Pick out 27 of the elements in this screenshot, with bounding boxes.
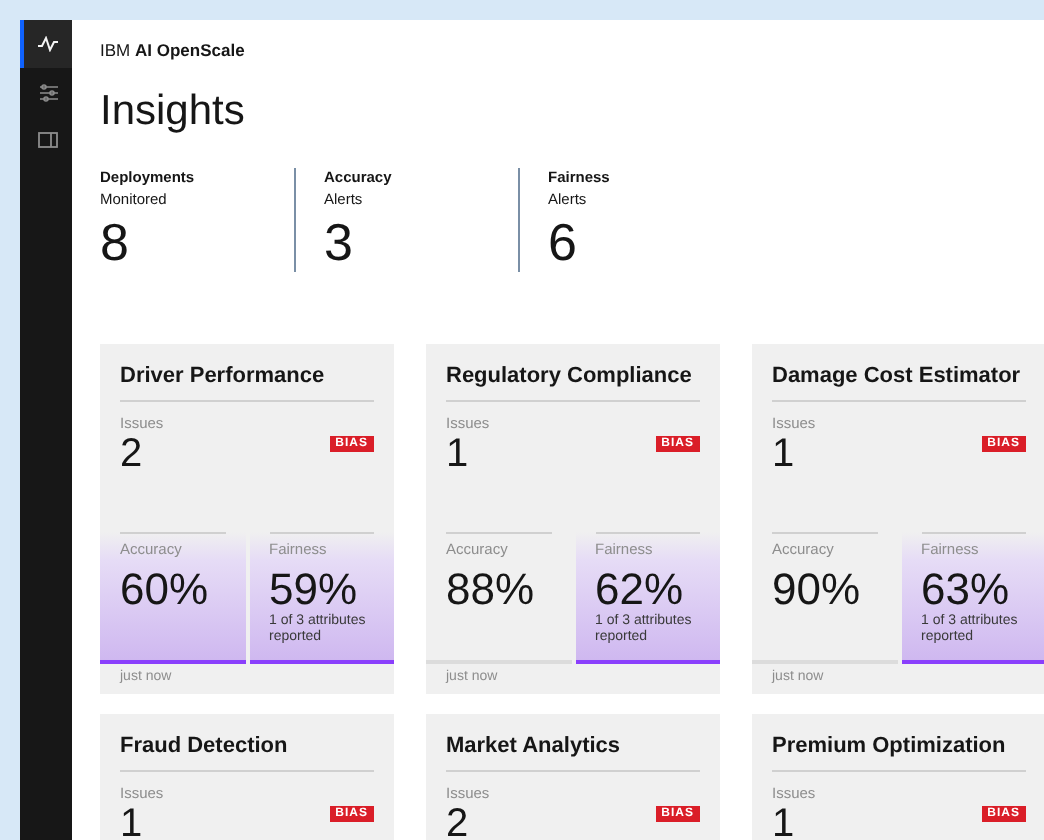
metric-value: 63%: [921, 566, 1010, 614]
metric-value: 60%: [120, 566, 211, 614]
sidebar-item[interactable]: [20, 20, 72, 68]
card-title: Fraud Detection: [120, 734, 374, 772]
issues-count: 1: [772, 432, 797, 476]
card-title: Premium Optimization: [772, 734, 1026, 772]
issues-count: 1: [772, 802, 797, 840]
metric-value: 59%: [269, 566, 358, 614]
page-title: Insights: [100, 88, 247, 136]
stat-value: 8: [100, 212, 131, 272]
metric-value: 88%: [446, 566, 537, 614]
metric-value: 90%: [772, 566, 863, 614]
card-title: Driver Performance: [120, 364, 374, 402]
stat-value: 3: [324, 212, 355, 272]
card-title: Market Analytics: [446, 734, 700, 772]
issues-count: 2: [446, 802, 471, 840]
issues-count: 1: [446, 432, 471, 476]
issues-count: 1: [120, 802, 145, 840]
pulse-icon: [38, 36, 58, 52]
metric-value: 62%: [595, 566, 684, 614]
card-icon: [38, 132, 58, 148]
card-title: Regulatory Compliance: [446, 364, 700, 402]
app-brand: IBM AI OpenScale: [100, 40, 247, 60]
stat-value: 6: [548, 212, 579, 272]
card-title: Damage Cost Estimator: [772, 364, 1026, 402]
issues-count: 2: [120, 432, 145, 476]
sliders-icon: [39, 83, 57, 101]
